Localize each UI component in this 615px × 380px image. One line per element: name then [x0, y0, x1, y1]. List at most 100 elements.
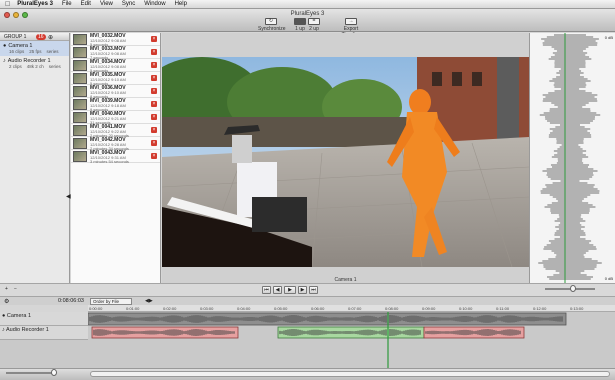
menu-app-name[interactable]: PluralEyes 3	[17, 1, 53, 7]
ruler-tick-label: 0:09:00	[422, 306, 436, 311]
track-extra: series	[48, 64, 61, 69]
video-viewer: Camera 1	[162, 33, 529, 283]
clip-list-item[interactable]: MVI_0032.MOV 12/10/2012 9:08 AM 5 seconds ×	[71, 33, 160, 47]
remove-clip-icon[interactable]: ×	[151, 88, 157, 94]
timeline-track-audio-recorder-1[interactable]: ♪ Audio Recorder 1	[0, 326, 88, 340]
add-group-icon[interactable]: ⊕	[48, 34, 53, 41]
ruler-tick-label: 0:08:00	[385, 306, 399, 311]
ruler-tick-label: 0:02:00	[163, 306, 177, 311]
group-count-badge: 16	[36, 34, 46, 40]
track-clip-count: 2 clips	[9, 64, 22, 69]
clip-list-item[interactable]: MVI_0040.MOV 12/10/2012 9:21 AM 31 seconds…	[71, 111, 160, 125]
ruler-tick-label: 0:00:00	[89, 306, 103, 311]
export-icon: →	[345, 18, 357, 25]
step-forward-button[interactable]: ▶	[298, 286, 307, 294]
remove-icon[interactable]: −	[12, 286, 19, 294]
ruler-tick-label: 0:12:00	[533, 306, 547, 311]
tab-group-1[interactable]: GROUP 1	[4, 34, 26, 40]
menu-view[interactable]: View	[100, 1, 113, 7]
clip-list-item[interactable]: MVI_0034.MOV 12/10/2012 9:08 AM 5 seconds ×	[71, 59, 160, 73]
timeline-header: ⚙ 0:08:06:03 Order by File name ◀▶	[0, 296, 615, 309]
step-back-button[interactable]: ◀	[273, 286, 282, 294]
clip-thumbnail	[73, 47, 87, 58]
remove-clip-icon[interactable]: ×	[151, 36, 157, 42]
clip-thumbnail	[73, 151, 87, 162]
clip-list-item[interactable]: MVI_0039.MOV 12/10/2012 9:18 AM 9 seconds ×	[71, 98, 160, 112]
synchronize-button[interactable]: ↻ Synchronize	[258, 18, 286, 32]
remove-clip-icon[interactable]: ×	[151, 75, 157, 81]
go-to-end-button[interactable]: ⏭	[309, 286, 318, 294]
clip-list-item[interactable]: MVI_0036.MOV 12/10/2012 9:10 AM 8 seconds ×	[71, 85, 160, 99]
synchronize-label: Synchronize	[258, 26, 286, 32]
clip-list-item[interactable]: MVI_0041.MOV 12/10/2012 9:22 AM 2 minutes …	[71, 124, 160, 138]
track-clip-count: 16 clips	[9, 49, 25, 54]
clip-thumbnail	[73, 99, 87, 110]
transport-bar: + − ⏮ ◀ ▶ ▶ ⏭	[0, 283, 615, 296]
ruler-tick-label: 0:13:00	[570, 306, 584, 311]
ruler-tick-label: 0:05:00	[274, 306, 288, 311]
timeline-zoom-thumb[interactable]	[51, 369, 57, 376]
clip-thumbnail	[73, 86, 87, 97]
camera-icon: ●	[3, 43, 7, 49]
menu-file[interactable]: File	[62, 1, 72, 7]
menu-sync[interactable]: Sync	[122, 1, 135, 7]
clip-list: MVI_0032.MOV 12/10/2012 9:08 AM 5 seconds ×…	[71, 33, 161, 283]
ruler-tick-label: 0:07:00	[348, 306, 362, 311]
play-button[interactable]: ▶	[284, 286, 296, 294]
go-to-start-button[interactable]: ⏮	[262, 286, 271, 294]
video-still-image	[162, 57, 529, 268]
timeline-track-camera-1[interactable]: ● Camera 1	[0, 312, 88, 326]
camera-icon: ●	[2, 313, 6, 319]
remove-clip-icon[interactable]: ×	[151, 62, 157, 68]
track-format: 48k 2 ch	[26, 64, 44, 69]
ruler-tick-label: 0:03:00	[200, 306, 214, 311]
clip-list-item[interactable]: MVI_0033.MOV 12/10/2012 9:08 AM 7 seconds ×	[71, 46, 160, 60]
db-bottom-label: 0 dB	[604, 276, 613, 281]
video-frame	[162, 57, 529, 297]
clip-thumbnail	[73, 73, 87, 84]
track-format: 25 fps	[29, 49, 42, 54]
remove-clip-icon[interactable]: ×	[151, 114, 157, 120]
sync-icon: ↻	[265, 18, 277, 25]
horizontal-scrollbar[interactable]	[90, 371, 610, 377]
layout-1up-button[interactable]: 1 up	[294, 18, 306, 32]
add-icon[interactable]: +	[3, 286, 10, 294]
clip-list-item[interactable]: MVI_0042.MOV 12/10/2012 9:28 AM 2 minutes …	[71, 137, 160, 151]
timeline-zoom-slider[interactable]	[6, 369, 57, 376]
clip-list-item[interactable]: MVI_0035.MOV 12/10/2012 9:10 AM 5 seconds ×	[71, 72, 160, 86]
collapse-arrow-icon[interactable]: ◀	[66, 193, 71, 200]
remove-clip-icon[interactable]: ×	[151, 49, 157, 55]
zoom-slider[interactable]	[545, 285, 595, 292]
timeline-track-name: Audio Recorder 1	[5, 327, 49, 333]
remove-clip-icon[interactable]: ×	[151, 101, 157, 107]
ruler-tick-label: 0:10:00	[459, 306, 473, 311]
ruler-tick-label: 0:06:00	[311, 306, 325, 311]
microphone-icon: ♪	[3, 58, 6, 64]
menu-edit[interactable]: Edit	[81, 1, 91, 7]
track-extra: series	[46, 49, 59, 54]
remove-clip-icon[interactable]: ×	[151, 127, 157, 133]
timeline-track-name: Camera 1	[6, 313, 32, 319]
clip-thumbnail	[73, 60, 87, 71]
track-audio-recorder-1[interactable]: ♪ Audio Recorder 1 2 clips 48k 2 ch seri…	[0, 56, 69, 71]
menu-help[interactable]: Help	[175, 1, 187, 7]
menu-bar:  PluralEyes 3 File Edit View Sync Windo…	[0, 0, 615, 9]
menu-window[interactable]: Window	[144, 1, 165, 7]
sort-stepper-icon[interactable]: ◀▶	[145, 298, 153, 304]
apple-menu-icon[interactable]: 	[5, 1, 10, 8]
settings-gear-icon[interactable]: ⚙	[4, 298, 9, 305]
timeline-ruler: 0:00:00 0:01:00 0:02:00 0:03:00 0:04:00 0:05:…	[88, 305, 615, 312]
sort-order-select[interactable]: Order by File name	[90, 298, 132, 309]
layout-1up-icon	[294, 18, 306, 25]
layout-2up-label: 2 up	[309, 26, 319, 32]
track-clips[interactable]	[88, 312, 615, 368]
remove-clip-icon[interactable]: ×	[151, 140, 157, 146]
zoom-slider-thumb[interactable]	[570, 285, 576, 292]
layout-2up-button[interactable]: = 2 up	[308, 18, 320, 32]
group-panel: GROUP 1 16 ⊕ ● Camera 1 16 clips 25 fps …	[0, 33, 71, 283]
remove-clip-icon[interactable]: ×	[151, 153, 157, 159]
track-camera-1[interactable]: ● Camera 1 16 clips 25 fps series	[0, 41, 69, 56]
audio-waveform-panel: 0 dB 0 dB	[529, 33, 615, 283]
clip-list-item[interactable]: MVI_0043.MOV 12/10/2012 9:31 AM 3 minutes …	[71, 150, 160, 164]
window-title: PluralEyes 3	[290, 11, 325, 17]
